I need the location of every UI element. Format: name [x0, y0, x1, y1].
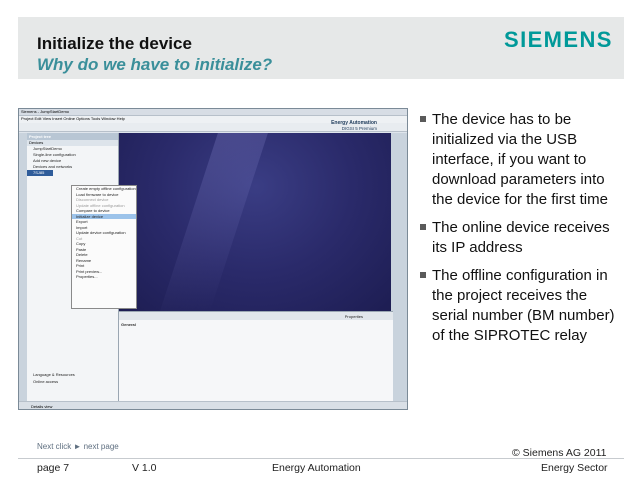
division: Energy Automation — [272, 462, 361, 474]
screenshot-left-strip — [19, 133, 27, 401]
bullet-item: The online device receives its IP addres… — [420, 218, 620, 258]
screenshot-title: Siemens - JumpStartDemo — [21, 109, 70, 114]
screenshot-canvas-image — [119, 133, 393, 311]
version: V 1.0 — [132, 462, 157, 474]
bullet-square-icon — [420, 272, 426, 278]
page-number: page 7 — [37, 462, 70, 474]
bullet-square-icon — [420, 224, 426, 230]
properties-label: Properties — [344, 314, 363, 319]
footer-divider — [18, 458, 624, 459]
ctx-item: Create empty offline configuration — [76, 186, 136, 191]
screenshot-brand-sub: DIGSI 5 Premium — [341, 126, 377, 131]
slide-subtitle: Why do we have to initialize? — [37, 55, 273, 74]
properties-tab-general: General — [121, 322, 136, 327]
bullet-item: The device has to be initialized via the… — [420, 110, 620, 210]
next-page-link[interactable]: Next click ► next page — [37, 442, 119, 451]
ctx-item: Properties... — [76, 274, 98, 279]
slide-title: Initialize the device — [37, 34, 192, 53]
project-tree-header: Project tree — [27, 133, 118, 140]
screenshot-right-strip — [391, 133, 407, 401]
screenshot-context-menu: Create empty offline configuration Load … — [71, 185, 137, 309]
screenshot-details-view: Details view — [19, 401, 407, 409]
bullet-square-icon — [420, 116, 426, 122]
screenshot-properties-panel: Properties General — [119, 311, 393, 401]
bullet-item: The offline configuration in the project… — [420, 266, 620, 346]
canvas-graphic — [160, 133, 268, 311]
tia-portal-screenshot: Siemens - JumpStartDemo Project Edit Vie… — [18, 108, 408, 410]
bullet-text: The offline configuration in the project… — [432, 267, 615, 344]
sector: Energy Sector — [541, 462, 608, 474]
screenshot-menu: Project Edit View Insert Online Options … — [21, 116, 125, 121]
bullet-text: The device has to be initialized via the… — [432, 111, 608, 208]
screenshot-titlebar: Siemens - JumpStartDemo — [19, 109, 407, 116]
tree-item: Online access — [33, 378, 59, 384]
bullet-list: The device has to be initialized via the… — [420, 110, 620, 354]
details-label: Details view — [31, 404, 53, 409]
siemens-logo: SIEMENS — [504, 27, 613, 52]
bullet-text: The online device receives its IP addres… — [432, 219, 610, 256]
